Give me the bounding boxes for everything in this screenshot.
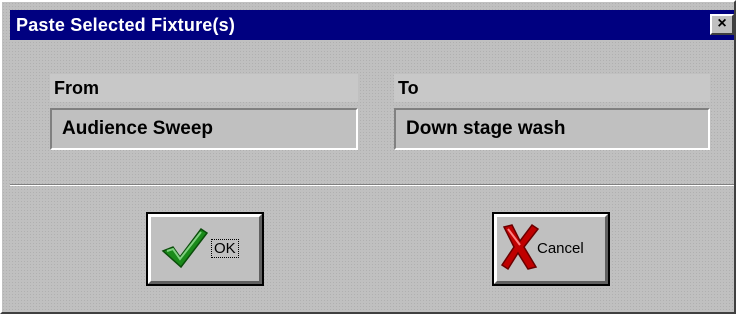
from-label: From — [50, 74, 358, 102]
close-icon: × — [717, 15, 727, 32]
from-field: Audience Sweep — [50, 108, 358, 150]
paste-fixture-dialog: Paste Selected Fixture(s) × From Audienc… — [0, 0, 736, 314]
to-label: To — [394, 74, 710, 102]
cancel-button-label: Cancel — [537, 240, 584, 257]
cancel-button[interactable]: Cancel — [492, 212, 610, 286]
ok-button[interactable]: OK — [146, 212, 264, 286]
window-title: Paste Selected Fixture(s) — [16, 15, 236, 35]
title-bar[interactable]: Paste Selected Fixture(s) × — [10, 10, 734, 40]
divider — [10, 184, 734, 186]
to-field: Down stage wash — [394, 108, 710, 150]
ok-button-label: OK — [211, 239, 239, 258]
close-button[interactable]: × — [710, 14, 734, 35]
